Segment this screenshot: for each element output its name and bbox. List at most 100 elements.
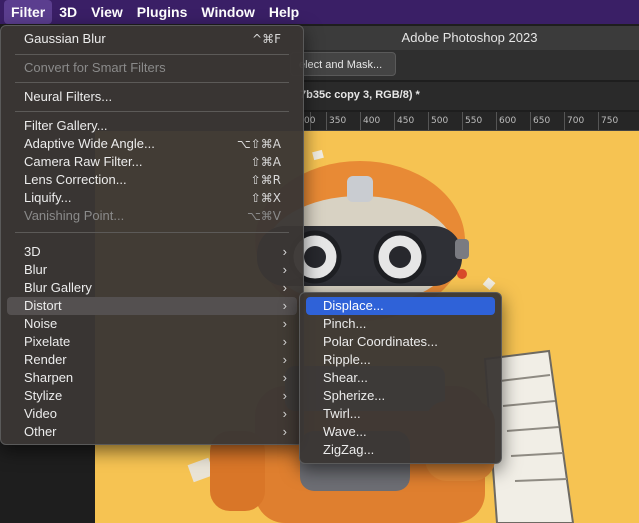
chevron-right-icon: ›	[282, 424, 287, 439]
chevron-right-icon: ›	[282, 280, 287, 295]
menu-item-other[interactable]: Other ›	[7, 423, 297, 441]
distort-submenu: Displace... Pinch... Polar Coordinates..…	[299, 292, 502, 464]
menu-item-pinch[interactable]: Pinch...	[306, 315, 495, 333]
shortcut-label: ⌥⌘V	[246, 209, 281, 223]
ruler-tick: 600	[499, 116, 517, 126]
menu-item-render[interactable]: Render ›	[7, 351, 297, 369]
ruler-mark	[428, 112, 429, 130]
menu-item-label: Other	[24, 424, 57, 439]
menu-item-polar-coordinates[interactable]: Polar Coordinates...	[306, 333, 495, 351]
chevron-right-icon: ›	[282, 388, 287, 403]
menu-item-blur-gallery[interactable]: Blur Gallery ›	[7, 279, 297, 297]
shortcut-label: ⇧⌘R	[250, 173, 281, 187]
menu-item-label: Ripple...	[323, 352, 371, 367]
ruler-tick: 700	[567, 116, 585, 126]
menu-item-adaptive-wide-angle[interactable]: Adaptive Wide Angle... ⌥⇧⌘A	[7, 135, 297, 153]
menu-item-shear[interactable]: Shear...	[306, 369, 495, 387]
menu-item-label: Lens Correction...	[24, 172, 127, 187]
menu-3d[interactable]: 3D	[52, 0, 84, 24]
menu-item-label: Gaussian Blur	[24, 31, 106, 46]
menu-separator	[15, 232, 289, 233]
ruler-tick: 650	[533, 116, 551, 126]
menu-item-neural-filters[interactable]: Neural Filters...	[7, 88, 297, 106]
menu-item-displace[interactable]: Displace...	[306, 297, 495, 315]
menu-separator	[15, 82, 289, 83]
menu-item-label: Render	[24, 352, 67, 367]
ruler-tick: 750	[601, 116, 619, 126]
menu-item-label: Distort	[24, 298, 62, 313]
menu-item-wave[interactable]: Wave...	[306, 423, 495, 441]
chevron-right-icon: ›	[282, 352, 287, 367]
menu-filter[interactable]: Filter	[4, 0, 53, 24]
chevron-right-icon: ›	[282, 370, 287, 385]
menu-item-label: Wave...	[323, 424, 367, 439]
ruler-mark	[326, 112, 327, 130]
ruler-mark	[598, 112, 599, 130]
menu-item-gaussian-blur[interactable]: Gaussian Blur ^⌘F	[7, 30, 297, 48]
menu-item-zigzag[interactable]: ZigZag...	[306, 441, 495, 459]
chevron-right-icon: ›	[282, 298, 287, 313]
filter-menu: Gaussian Blur ^⌘F Convert for Smart Filt…	[0, 25, 304, 445]
menu-item-label: Liquify...	[24, 190, 72, 205]
window-title: Adobe Photoshop 2023	[300, 26, 639, 50]
ruler-tick: 450	[397, 116, 415, 126]
menu-item-pixelate[interactable]: Pixelate ›	[7, 333, 297, 351]
menu-item-video[interactable]: Video ›	[7, 405, 297, 423]
menu-item-lens-correction[interactable]: Lens Correction... ⇧⌘R	[7, 171, 297, 189]
shortcut-label: ⇧⌘A	[250, 155, 281, 169]
menu-item-distort[interactable]: Distort ›	[7, 297, 297, 315]
menu-item-liquify[interactable]: Liquify... ⇧⌘X	[7, 189, 297, 207]
menu-help[interactable]: Help	[262, 0, 306, 24]
menu-item-label: 3D	[24, 244, 41, 259]
ruler-mark	[462, 112, 463, 130]
menu-plugins[interactable]: Plugins	[130, 0, 195, 24]
menu-item-label: Polar Coordinates...	[323, 334, 438, 349]
menu-item-label: Stylize	[24, 388, 63, 403]
ruler-mark	[530, 112, 531, 130]
menu-item-label: Blur Gallery	[24, 280, 92, 295]
chevron-right-icon: ›	[282, 334, 287, 349]
menu-item-label: Spherize...	[323, 388, 386, 403]
menu-item-label: Twirl...	[323, 406, 361, 421]
menu-item-label: Sharpen	[24, 370, 74, 385]
ruler-tick: 400	[363, 116, 381, 126]
menu-item-label: Vanishing Point...	[24, 208, 125, 223]
menu-window[interactable]: Window	[194, 0, 262, 24]
menu-item-blur[interactable]: Blur ›	[7, 261, 297, 279]
chevron-right-icon: ›	[282, 316, 287, 331]
menu-item-3d[interactable]: 3D ›	[7, 243, 297, 261]
chevron-right-icon: ›	[282, 244, 287, 259]
ruler-tick: 500	[431, 116, 449, 126]
menu-item-sharpen[interactable]: Sharpen ›	[7, 369, 297, 387]
menu-item-label: Pinch...	[323, 316, 367, 331]
menu-item-label: ZigZag...	[323, 442, 375, 457]
menu-item-label: Shear...	[323, 370, 368, 385]
menu-separator	[15, 111, 289, 112]
menu-item-convert-smart-filters: Convert for Smart Filters	[7, 59, 297, 77]
document-tab[interactable]: 7b35c copy 3, RGB/8) *	[300, 89, 420, 101]
menu-item-vanishing-point: Vanishing Point... ⌥⌘V	[7, 207, 297, 225]
menu-item-filter-gallery[interactable]: Filter Gallery...	[7, 117, 297, 135]
menu-bar: Filter 3D View Plugins Window Help	[0, 0, 639, 24]
menu-item-label: Noise	[24, 316, 58, 331]
menu-item-label: Neural Filters...	[24, 89, 113, 104]
menu-item-twirl[interactable]: Twirl...	[306, 405, 495, 423]
menu-item-label: Adaptive Wide Angle...	[24, 136, 155, 151]
ruler-tick: 00	[304, 116, 316, 126]
menu-item-label: Video	[24, 406, 58, 421]
menu-view[interactable]: View	[84, 0, 130, 24]
menu-item-camera-raw-filter[interactable]: Camera Raw Filter... ⇧⌘A	[7, 153, 297, 171]
ruler-mark	[360, 112, 361, 130]
menu-item-noise[interactable]: Noise ›	[7, 315, 297, 333]
ruler-mark	[564, 112, 565, 130]
ruler-mark	[496, 112, 497, 130]
menu-item-label: Blur	[24, 262, 48, 277]
menu-item-spherize[interactable]: Spherize...	[306, 387, 495, 405]
menu-item-stylize[interactable]: Stylize ›	[7, 387, 297, 405]
menu-item-label: Filter Gallery...	[24, 118, 108, 133]
horizontal-ruler: 00 350 400 450 500 550 600 650 700 750	[290, 112, 639, 131]
shortcut-label: ^⌘F	[252, 32, 281, 46]
ruler-mark	[394, 112, 395, 130]
select-and-mask-button[interactable]: elect and Mask...	[290, 52, 396, 76]
menu-item-ripple[interactable]: Ripple...	[306, 351, 495, 369]
